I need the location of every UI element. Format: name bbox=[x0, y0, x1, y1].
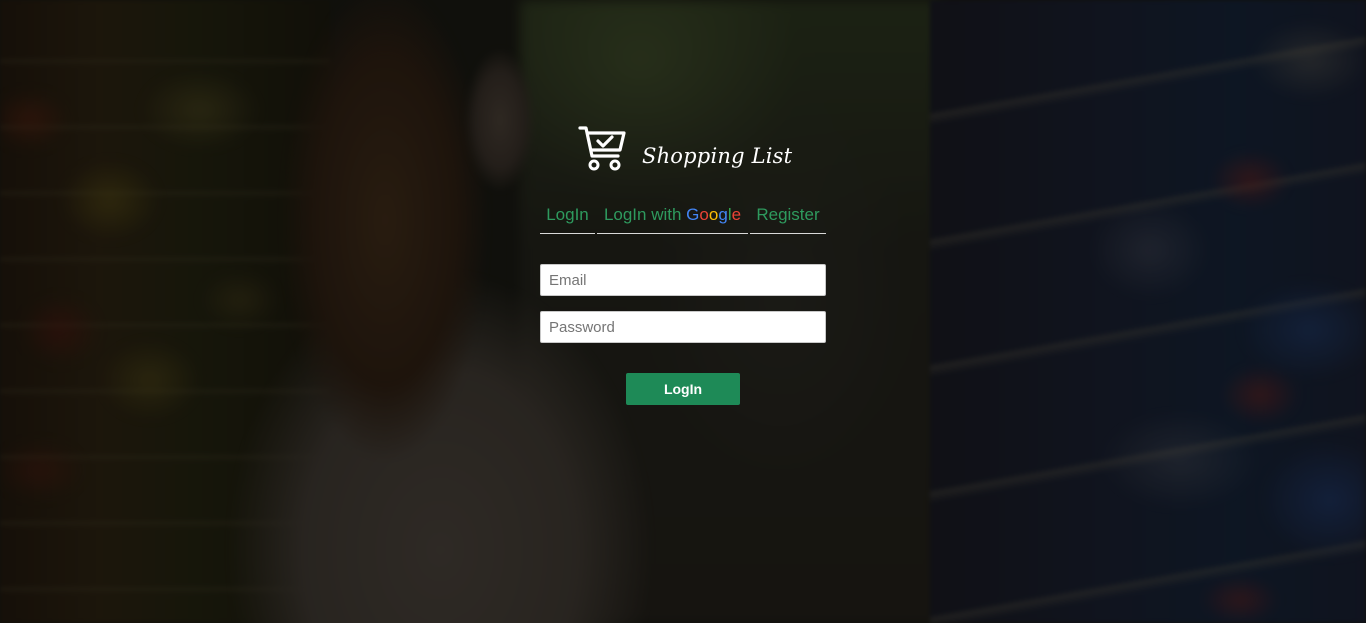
google-logo-letter: G bbox=[686, 205, 700, 224]
tab-login-with-google[interactable]: LogIn with Google bbox=[597, 202, 748, 234]
email-field[interactable] bbox=[540, 264, 826, 296]
brand-logo: Shopping List bbox=[578, 124, 792, 176]
tab-google-prefix: LogIn with bbox=[603, 205, 687, 224]
app-title: Shopping List bbox=[642, 144, 793, 168]
google-logo-letter: e bbox=[731, 205, 742, 224]
google-logo-letter: o bbox=[708, 205, 719, 224]
login-button[interactable]: LogIn bbox=[626, 373, 740, 405]
auth-tabs: LogIn LogIn with Google Register bbox=[540, 202, 826, 234]
tab-register[interactable]: Register bbox=[750, 202, 826, 234]
tab-login[interactable]: LogIn bbox=[540, 202, 595, 234]
password-field[interactable] bbox=[540, 311, 826, 343]
cart-check-icon bbox=[578, 126, 626, 171]
google-logo-letter: o bbox=[699, 205, 709, 224]
google-logo-letter: g bbox=[718, 205, 728, 224]
